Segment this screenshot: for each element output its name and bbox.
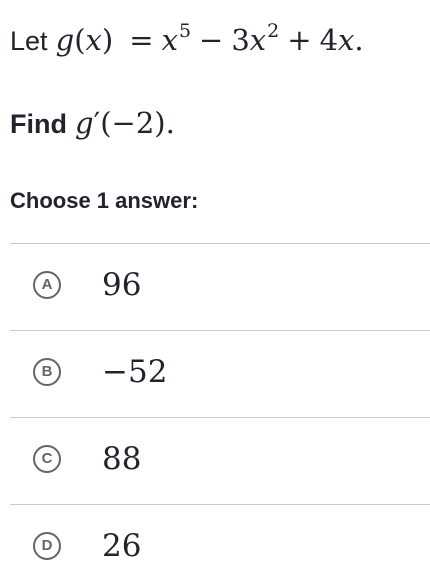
choice-d-letter-badge: D [33, 532, 61, 560]
choice-c-letter-badge: C [33, 445, 61, 473]
term3-coefficient: 4 [319, 23, 339, 57]
term2-coefficient: 3 [231, 23, 250, 57]
question-prompt: Find g′(−2). [10, 106, 175, 140]
answer-choices: A 96 B −52 C 88 D 26 [10, 243, 430, 585]
find-argument: −2 [111, 106, 155, 140]
function-name: g [55, 23, 75, 57]
find-label: Find [10, 109, 67, 139]
find-function-name: g [75, 106, 94, 140]
find-period: . [165, 106, 175, 140]
choice-c-value: 88 [102, 441, 142, 477]
let-label: Let [10, 26, 48, 56]
definition-period: . [354, 23, 364, 57]
term1-base: x [161, 23, 178, 57]
minus-sign: − [199, 23, 224, 57]
choice-b[interactable]: B −52 [10, 330, 430, 417]
choice-b-letter-badge: B [33, 358, 61, 386]
choice-a-value: 96 [102, 267, 142, 303]
term2-exponent: 2 [267, 20, 280, 42]
function-definition: Let g(x) = x5−3x2 +4x. [10, 20, 364, 57]
function-variable: x [85, 23, 102, 57]
choice-c[interactable]: C 88 [10, 417, 430, 504]
term1-exponent: 5 [178, 20, 192, 42]
choice-d[interactable]: D 26 [10, 504, 430, 585]
choice-a[interactable]: A 96 [10, 243, 430, 330]
term2-base: x [249, 23, 267, 57]
term3-base: x [338, 23, 355, 57]
plus-sign: + [287, 23, 312, 57]
choice-d-value: 26 [102, 528, 142, 564]
choice-b-value: −52 [102, 354, 168, 390]
equals-sign: = [129, 23, 154, 57]
choice-a-letter-badge: A [33, 271, 61, 299]
choose-answer-label: Choose 1 answer: [10, 188, 199, 213]
